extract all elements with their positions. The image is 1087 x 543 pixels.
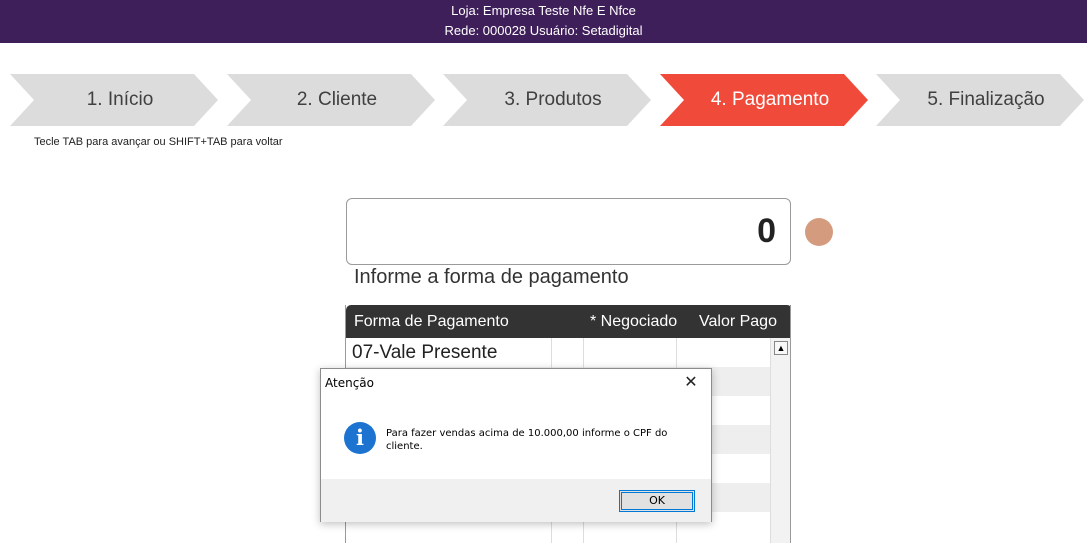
store-line: Loja: Empresa Teste Nfe E Nfce	[451, 3, 636, 18]
step-finalizacao[interactable]: 5. Finalização	[876, 74, 1084, 126]
amount-value: 0	[757, 212, 776, 250]
dialog-title: Atenção	[325, 376, 374, 390]
attention-dialog: Atenção ✕ i Para fazer vendas acima de 1…	[320, 368, 712, 522]
keyboard-hint: Tecle TAB para avançar ou SHIFT+TAB para…	[34, 136, 283, 148]
status-indicator-icon	[805, 218, 833, 246]
payment-prompt: Informe a forma de pagamento	[354, 266, 629, 288]
grid-scrollbar[interactable]: ▲	[770, 338, 790, 543]
step-pagamento[interactable]: 4. Pagamento	[660, 74, 868, 126]
step-inicio[interactable]: 1. Início	[10, 74, 218, 126]
row-forma: 07-Vale Presente	[352, 342, 498, 363]
network-user-line: Rede: 000028 Usuário: Setadigital	[444, 23, 643, 38]
table-row[interactable]: 07-Vale Presente	[346, 338, 771, 367]
dialog-footer: OK	[321, 479, 711, 522]
column-negociado[interactable]: * Negociado	[590, 313, 677, 331]
header-bar: Loja: Empresa Teste Nfe E Nfce Rede: 000…	[0, 0, 1087, 43]
scroll-up-arrow-icon[interactable]: ▲	[774, 341, 788, 355]
column-forma-pagamento[interactable]: Forma de Pagamento	[354, 313, 509, 331]
app-window: Loja: Empresa Teste Nfe E Nfce Rede: 000…	[0, 0, 1087, 543]
grid-header: Forma de Pagamento * Negociado Valor Pag…	[346, 305, 790, 338]
amount-input[interactable]: 0	[346, 198, 791, 265]
step-wizard: 1. Início 2. Cliente 3. Produtos 4. Paga…	[10, 74, 1087, 126]
column-valor-pago[interactable]: Valor Pago	[699, 313, 777, 331]
step-produtos[interactable]: 3. Produtos	[443, 74, 651, 126]
step-cliente[interactable]: 2. Cliente	[227, 74, 435, 126]
dialog-message: Para fazer vendas acima de 10.000,00 inf…	[386, 428, 668, 452]
info-icon: i	[344, 422, 376, 454]
ok-button[interactable]: OK	[619, 490, 695, 512]
close-icon[interactable]: ✕	[683, 373, 699, 391]
